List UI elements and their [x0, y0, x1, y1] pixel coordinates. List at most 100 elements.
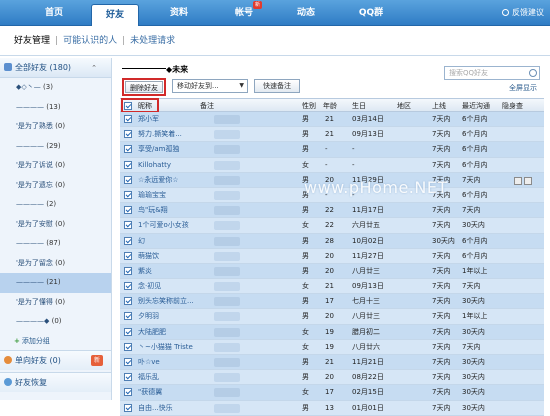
tab-profile[interactable]: 资料	[157, 0, 201, 26]
search-icon[interactable]	[529, 69, 537, 77]
row-checkbox[interactable]	[124, 175, 132, 184]
table-row[interactable]: Killohatty 女 - - 7天内 6个月内	[120, 157, 544, 173]
table-row[interactable]: 自由...快乐 男 13 01月01日 7天内 30天内	[120, 400, 544, 416]
header-age[interactable]: 年龄	[323, 99, 337, 113]
feedback-link[interactable]: 反馈建议	[502, 0, 544, 26]
table-row[interactable]: "获德翼 女 17 02月15日 7天内 30天内	[120, 385, 544, 401]
table-row[interactable]: 别头忘笑称前立... 男 17 七月十三 7天内 30天内	[120, 294, 544, 310]
cell-nick[interactable]: 1个可爱o小女孩	[138, 218, 189, 233]
table-row[interactable]: 念·初见 女 21 09月13日 7天内 7天内	[120, 279, 544, 295]
row-checkbox[interactable]	[124, 251, 132, 260]
cell-nick[interactable]: "获德翼	[138, 385, 162, 400]
header-region[interactable]: 地区	[397, 99, 411, 113]
cell-nick[interactable]: 福乐乱	[138, 370, 159, 385]
fullscreen-link[interactable]: 全屏显示	[509, 83, 537, 93]
header-hidden[interactable]: 隐身查	[502, 99, 523, 113]
row-checkbox[interactable]	[124, 130, 132, 139]
cell-nick[interactable]: 幻	[138, 234, 145, 249]
table-row[interactable]: 享受/am孤独 男 - - 7天内 6个月内	[120, 142, 544, 158]
header-recent[interactable]: 最近沟通	[462, 99, 490, 113]
move-friend-select[interactable]: 移动好友到... ▼	[172, 79, 248, 93]
cell-nick[interactable]: 别头忘笑称前立...	[138, 294, 194, 309]
cell-nick[interactable]: 夕明羽	[138, 309, 159, 324]
row-checkbox[interactable]	[124, 206, 132, 215]
row-checkbox[interactable]	[124, 282, 132, 291]
row-checkbox[interactable]	[124, 236, 132, 245]
cell-nick[interactable]: 享受/am孤独	[138, 142, 179, 157]
header-name[interactable]: 昵称	[138, 99, 152, 113]
table-row[interactable]: 1个可爱o小女孩 女 22 六月廿五 7天内 30天内	[120, 218, 544, 234]
subnav-pending[interactable]: 未处理请求	[130, 36, 175, 46]
header-birthday[interactable]: 生日	[352, 99, 366, 113]
subnav-may-know[interactable]: 可能认识的人	[63, 36, 117, 46]
sidebar-group-item[interactable]: ————◆ (0)	[0, 312, 111, 332]
search-input[interactable]: 搜索QQ好友	[444, 66, 540, 80]
sidebar-group-item[interactable]: ———— (29)	[0, 137, 111, 157]
header-online[interactable]: 上线	[432, 99, 446, 113]
sidebar-group-item[interactable]: '是为了诉说 (0)	[0, 156, 111, 176]
sidebar-group-item[interactable]: '是为了熟悉 (0)	[0, 117, 111, 137]
cell-nick[interactable]: 瑜瑜宝宝	[138, 188, 166, 203]
table-row[interactable]: 幻 男 28 10月02日 30天内 6个月内	[120, 233, 544, 249]
cell-nick[interactable]: 努力.撕笑着...	[138, 127, 182, 142]
row-checkbox[interactable]	[124, 221, 132, 230]
cell-nick[interactable]: 卟☆ve	[138, 355, 160, 370]
cell-nick[interactable]: 郑小军	[138, 112, 159, 127]
row-checkbox[interactable]	[124, 266, 132, 275]
row-checkbox[interactable]	[124, 115, 132, 123]
header-gender[interactable]: 性别	[302, 99, 316, 113]
sidebar-group-item[interactable]: ———— (87)	[0, 234, 111, 254]
cell-nick[interactable]: 鸟"玩&翔	[138, 203, 168, 218]
sidebar-group-item[interactable]: '是为了留念 (0)	[0, 254, 111, 274]
add-group-button[interactable]: + 添加分组	[0, 332, 111, 351]
delete-friend-button[interactable]: 删除好友	[122, 78, 166, 96]
table-row[interactable]: 紫炎 男 20 八月廿三 7天内 1年以上	[120, 263, 544, 280]
tab-friends[interactable]: 好友	[91, 4, 139, 26]
tab-feed[interactable]: 动态	[286, 0, 326, 26]
table-row[interactable]: 努力.撕笑着... 男 21 09月13日 7天内 6个月内	[120, 127, 544, 143]
table-row[interactable]: 卟☆ve 男 21 11月21日 7天内 30天内	[120, 355, 544, 371]
table-row[interactable]: 萌猫饮 男 20 11月27日 7天内 6个月内	[120, 248, 544, 264]
cell-nick[interactable]: 丶~小猫猫 Triste	[138, 340, 193, 355]
chevron-up-icon[interactable]: ⌃	[91, 58, 97, 78]
row-checkbox[interactable]	[124, 388, 132, 397]
row-checkbox[interactable]	[124, 190, 132, 199]
cell-nick[interactable]: 念·初见	[138, 279, 161, 294]
table-row[interactable]: 丶~小猫猫 Triste 女 19 八月廿六 7天内 7天内	[120, 339, 544, 355]
cell-nick[interactable]: 萌猫饮	[138, 249, 159, 264]
sidebar-all-friends[interactable]: 全部好友 (180) ⌃	[0, 58, 111, 78]
row-checkbox[interactable]	[124, 358, 132, 366]
table-row[interactable]: 福乐乱 男 20 08月22日 7天内 30天内	[120, 370, 544, 386]
sidebar-group-item[interactable]: ———— (21)	[0, 273, 111, 293]
tab-qq-group[interactable]: QQ群	[349, 0, 393, 26]
sidebar-group-item[interactable]: ———— (2)	[0, 195, 111, 215]
cell-nick[interactable]: 紫炎	[138, 264, 152, 279]
tab-home[interactable]: 首页	[34, 0, 74, 26]
table-row[interactable]: 郑小军 男 21 03月14日 7天内 6个月内	[120, 112, 544, 128]
cell-nick[interactable]: Killohatty	[138, 158, 171, 173]
sidebar-group-item[interactable]: '是为了懂得 (0)	[0, 293, 111, 313]
header-note[interactable]: 备注	[200, 99, 214, 113]
table-row[interactable]: 夕明羽 男 20 八月廿三 7天内 1年以上	[120, 309, 544, 325]
close-icon[interactable]	[524, 176, 532, 185]
quick-note-button[interactable]: 快速备注	[254, 79, 300, 93]
row-checkbox[interactable]	[124, 342, 132, 351]
cell-nick[interactable]: 自由...快乐	[138, 401, 173, 416]
row-checkbox[interactable]	[124, 403, 132, 412]
row-checkbox[interactable]	[124, 145, 132, 154]
sidebar-friend-restore[interactable]: 好友恢复	[0, 372, 111, 392]
table-row[interactable]: 鸟"玩&翔 男 22 11月17日 7天内 7天内	[120, 203, 544, 219]
sidebar-one-way-friends[interactable]: 单向好友 (0) 新	[0, 350, 111, 370]
row-checkbox[interactable]	[124, 327, 132, 336]
sidebar-group-item[interactable]: ———— (13)	[0, 98, 111, 118]
sidebar-group-item[interactable]: '是为了遗忘 (0)	[0, 176, 111, 196]
row-checkbox[interactable]	[124, 297, 132, 306]
edit-icon[interactable]	[514, 176, 522, 185]
row-checkbox[interactable]	[124, 312, 132, 321]
subnav-friend-manage[interactable]: 好友管理	[14, 36, 50, 46]
sidebar-group-item[interactable]: ◆◇丶— (3)	[0, 78, 111, 98]
select-all-checkbox[interactable]	[124, 102, 132, 110]
row-checkbox[interactable]	[124, 373, 132, 382]
row-checkbox[interactable]	[124, 160, 132, 169]
cell-nick[interactable]: ☆永远爱你☆	[138, 173, 179, 188]
